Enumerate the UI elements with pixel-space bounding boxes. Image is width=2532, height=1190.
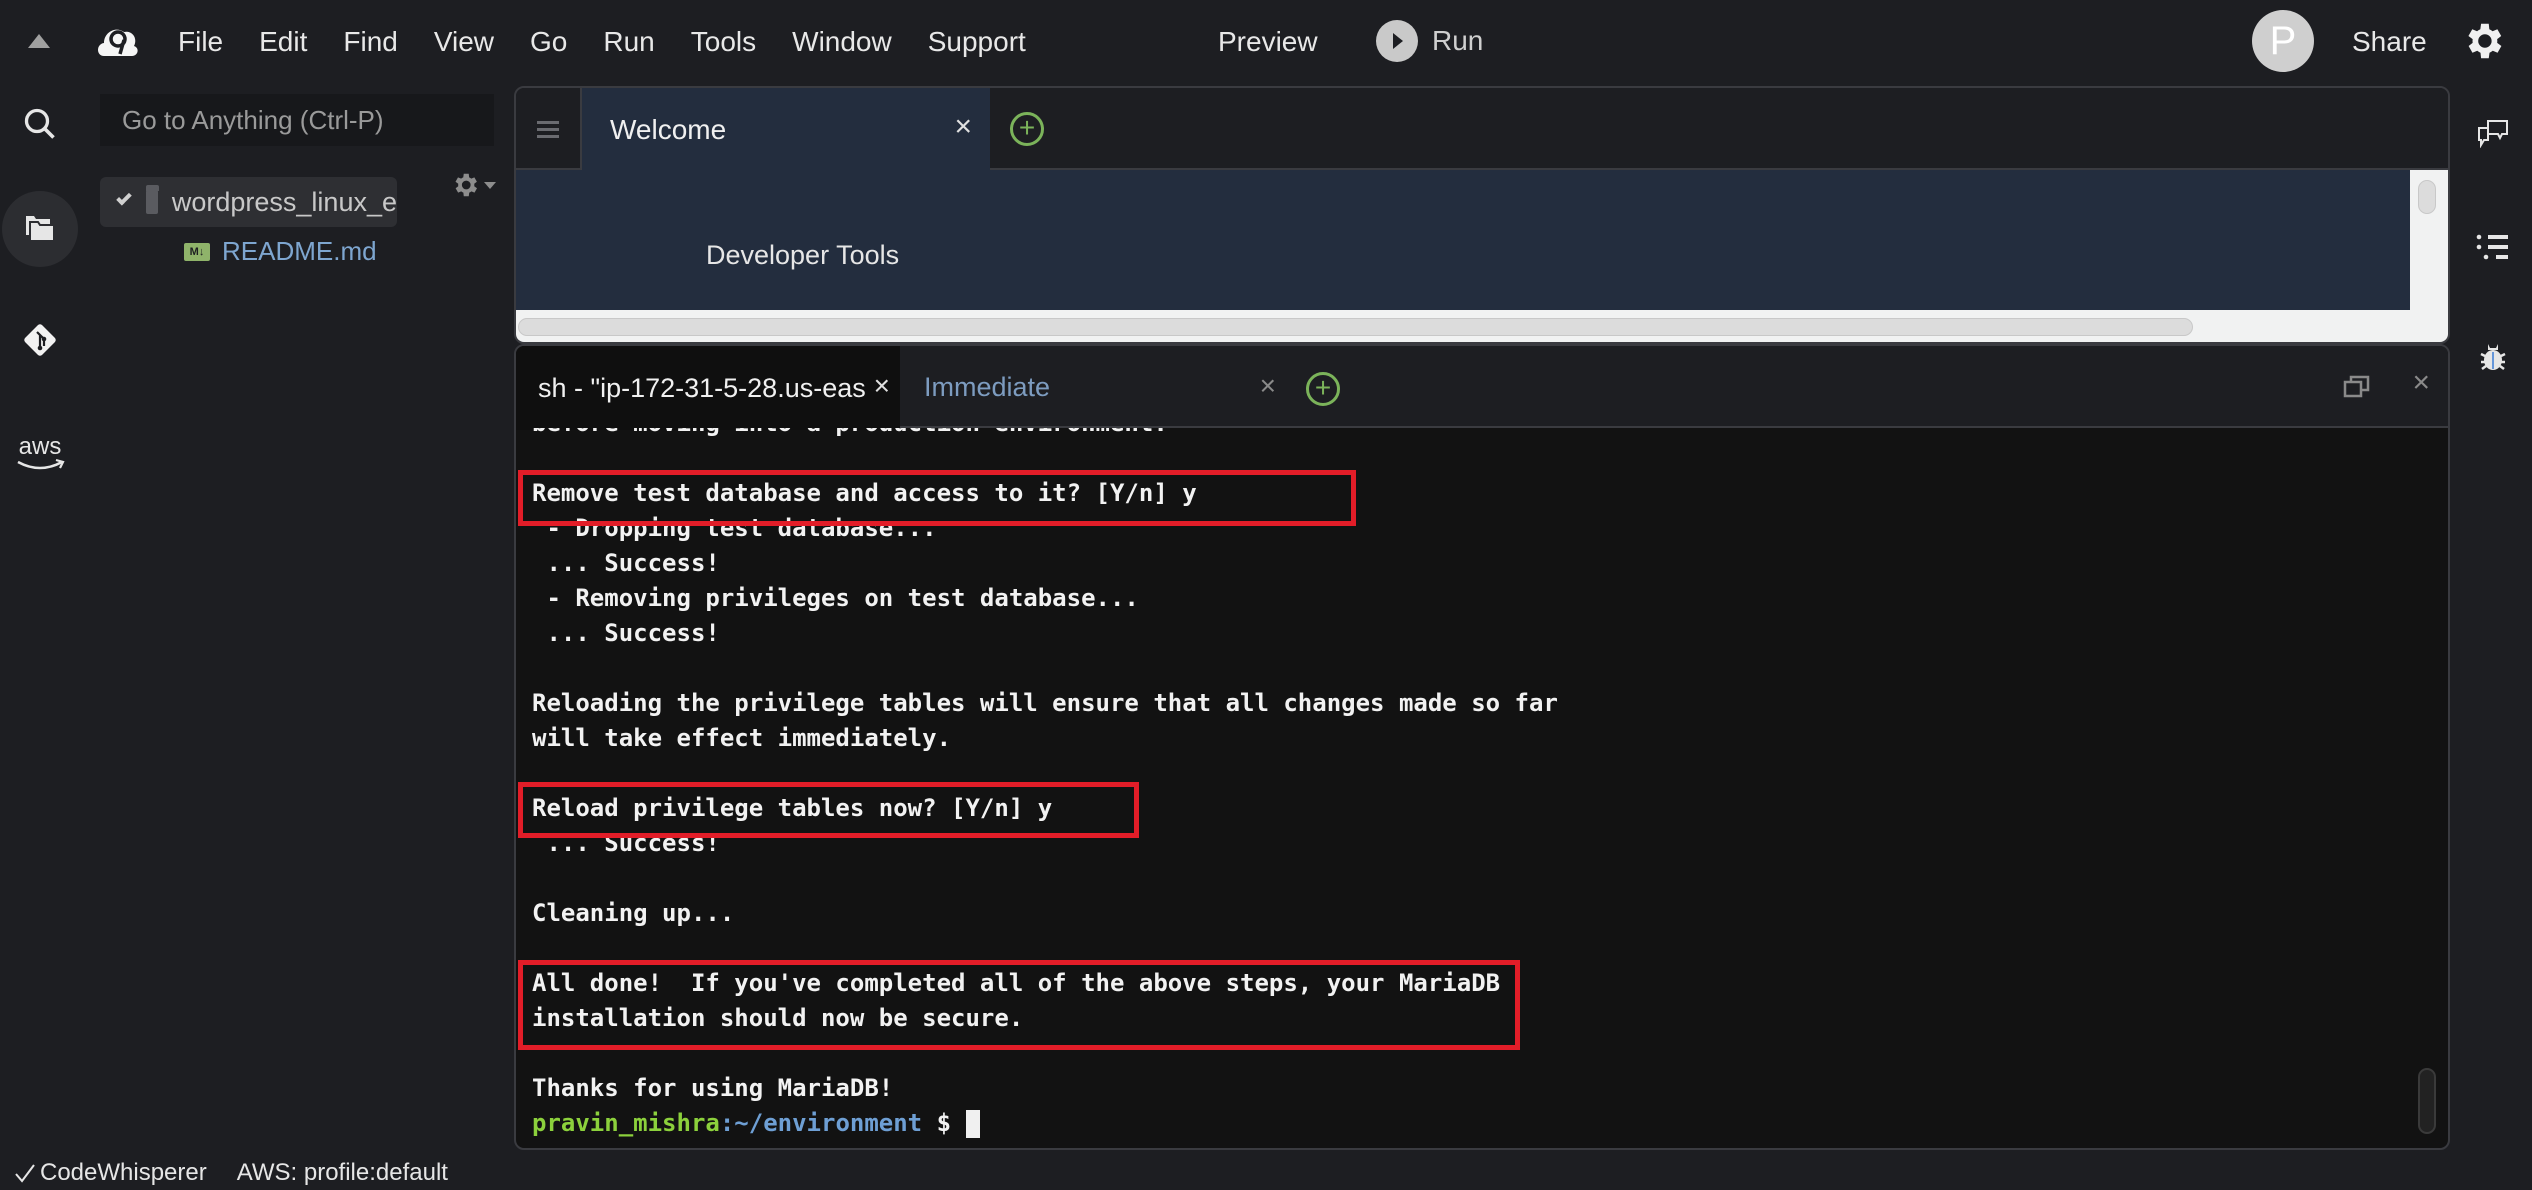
tab-label: Immediate xyxy=(924,371,1051,402)
tree-root-name: wordpress_linux_e xyxy=(171,186,397,217)
chevron-down-icon[interactable] xyxy=(116,189,132,206)
cloud9-logo-icon xyxy=(98,29,138,56)
editor-content: Developer Tools xyxy=(516,170,2410,310)
terminal-line: Cleaning up... xyxy=(532,899,735,927)
add-terminal-tab-button[interactable]: + xyxy=(1306,372,1340,406)
restore-window-icon[interactable] xyxy=(2342,372,2372,402)
prompt-user: pravin_mishra xyxy=(532,1109,720,1137)
status-bar: CodeWhisperer AWS: profile:default xyxy=(0,1155,2532,1190)
menu-find[interactable]: Find xyxy=(325,26,415,58)
editor-tab-bar: Welcome × + xyxy=(516,88,2448,172)
terminal-line: - Removing privileges on test database..… xyxy=(532,584,1139,612)
debugger-button[interactable] xyxy=(2466,340,2520,372)
add-tab-button[interactable]: + xyxy=(1010,112,1044,146)
markdown-file-icon: M↓ xyxy=(184,242,210,261)
checkmark-icon xyxy=(15,1163,35,1183)
file-name: README.md xyxy=(222,236,377,266)
svg-text:aws: aws xyxy=(19,433,62,460)
menu-bar: File Edit Find View Go Run Tools Window … xyxy=(0,0,2532,84)
editor-panel: Welcome × + Developer Tools xyxy=(514,86,2450,344)
terminal-scrollbar[interactable] xyxy=(2418,1068,2436,1134)
tree-settings-button[interactable] xyxy=(450,170,496,200)
chat-icon xyxy=(2478,120,2508,148)
folder-icon xyxy=(145,185,159,214)
codewhisperer-label: CodeWhisperer xyxy=(40,1158,207,1186)
terminal-line: Thanks for using MariaDB! xyxy=(532,1074,894,1102)
hamburger-icon xyxy=(537,121,559,138)
preview-button[interactable]: Preview xyxy=(1218,26,1318,58)
aws-icon: aws xyxy=(17,433,65,470)
play-icon xyxy=(1376,20,1418,62)
tree-file-readme[interactable]: M↓ README.md xyxy=(184,236,377,267)
menu-edit[interactable]: Edit xyxy=(241,26,325,58)
terminal-panel: sh - "ip-172-31-5-28.us-eas × Immediate … xyxy=(514,344,2450,1150)
highlight-reload-privileges xyxy=(518,782,1139,838)
outline-list-icon xyxy=(2476,234,2508,260)
tab-label: sh - "ip-172-31-5-28.us-eas xyxy=(538,372,866,403)
menu-tools[interactable]: Tools xyxy=(673,26,774,58)
tab-label: Welcome xyxy=(610,114,727,145)
menu-items: File Edit Find View Go Run Tools Window … xyxy=(160,0,1044,84)
terminal-line: ... Success! xyxy=(532,619,720,647)
avatar[interactable]: P xyxy=(2252,10,2314,72)
editor-vertical-scrollbar[interactable] xyxy=(2410,170,2448,342)
git-icon xyxy=(24,324,56,356)
codewhisperer-status[interactable]: CodeWhisperer xyxy=(14,1159,207,1187)
terminal-cursor xyxy=(965,1110,980,1138)
scroll-thumb[interactable] xyxy=(2418,180,2436,214)
close-panel-icon[interactable]: × xyxy=(2412,366,2430,400)
menu-file[interactable]: File xyxy=(160,26,241,58)
menu-view[interactable]: View xyxy=(416,26,512,58)
aws-rail-button[interactable]: aws xyxy=(0,432,80,474)
tab-menu-button[interactable] xyxy=(516,88,582,170)
tab-shell[interactable]: sh - "ip-172-31-5-28.us-eas × xyxy=(516,346,900,430)
run-label: Run xyxy=(1432,25,1484,56)
settings-gear-icon[interactable] xyxy=(2460,18,2506,64)
run-button[interactable]: Run xyxy=(1376,20,1483,62)
menu-run[interactable]: Run xyxy=(585,26,672,58)
tree-root-folder[interactable]: wordpress_linux_e xyxy=(100,177,397,227)
editor-horizontal-scrollbar[interactable] xyxy=(516,310,2410,342)
close-tab-icon[interactable]: × xyxy=(954,110,972,144)
aws-profile-status[interactable]: AWS: profile:default xyxy=(237,1159,448,1187)
files-icon xyxy=(26,216,55,242)
gear-icon xyxy=(455,173,477,197)
caret-down-icon xyxy=(484,181,496,189)
close-tab-icon[interactable]: × xyxy=(869,370,890,402)
prompt-symbol: $ xyxy=(922,1109,966,1137)
search-rail-button[interactable] xyxy=(0,106,80,142)
terminal-tab-bar: sh - "ip-172-31-5-28.us-eas × Immediate … xyxy=(516,346,2448,430)
menu-support[interactable]: Support xyxy=(910,26,1044,58)
collapse-menu-icon[interactable] xyxy=(28,34,50,48)
tab-welcome[interactable]: Welcome × xyxy=(582,88,990,172)
share-button[interactable]: Share xyxy=(2352,26,2427,58)
highlight-all-done xyxy=(518,960,1520,1050)
search-icon xyxy=(24,108,55,139)
terminal-line: will take effect immediately. xyxy=(532,724,952,752)
terminal-line: Reloading the privilege tables will ensu… xyxy=(532,689,1558,717)
menu-go[interactable]: Go xyxy=(512,26,585,58)
tab-immediate[interactable]: Immediate × xyxy=(902,346,1300,428)
developer-tools-heading: Developer Tools xyxy=(706,240,900,270)
terminal-line: before moving into a production environm… xyxy=(532,428,2412,441)
highlight-remove-test-db xyxy=(518,470,1356,526)
goto-anything-input[interactable]: Go to Anything (Ctrl-P) xyxy=(100,94,494,146)
bug-icon xyxy=(2480,344,2506,370)
terminal-prompt: pravin_mishra:~/environment $ xyxy=(532,1106,2412,1141)
menu-window[interactable]: Window xyxy=(774,26,910,58)
files-rail-button[interactable] xyxy=(0,212,80,242)
git-rail-button[interactable] xyxy=(0,320,80,360)
collaborate-button[interactable] xyxy=(2466,118,2520,148)
scroll-thumb[interactable] xyxy=(518,318,2193,336)
terminal-line: ... Success! xyxy=(532,549,720,577)
close-tab-icon[interactable]: × xyxy=(1260,370,1276,402)
outline-button[interactable] xyxy=(2466,232,2520,262)
prompt-path: :~/environment xyxy=(719,1109,923,1137)
